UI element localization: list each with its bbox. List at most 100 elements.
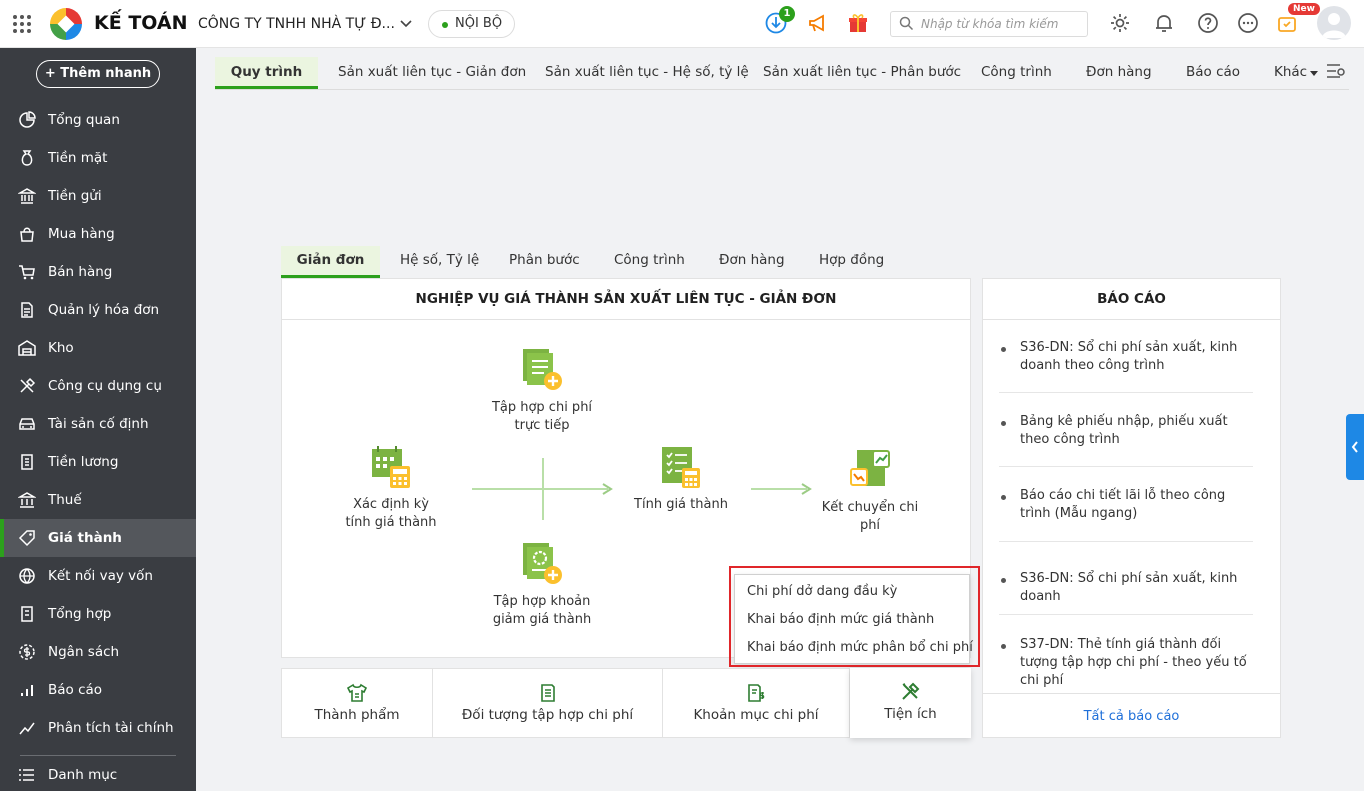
tools-icon xyxy=(20,377,36,393)
bottom-tab-utilities[interactable]: Tiện ích xyxy=(850,668,971,738)
sidebar-item-deposit[interactable]: Tiền gửi xyxy=(0,177,196,215)
subtab-contract[interactable]: Hợp đồng xyxy=(819,246,884,278)
sidebar-item-label: Giá thành xyxy=(48,530,122,546)
gear-icon[interactable] xyxy=(1109,12,1131,34)
process-title: NGHIỆP VỤ GIÁ THÀNH SẢN XUẤT LIÊN TỤC - … xyxy=(282,279,970,320)
step-label: giảm giá thành xyxy=(492,612,592,627)
sidebar-item-payroll[interactable]: Tiền lương xyxy=(0,443,196,481)
shirt-icon xyxy=(346,683,368,702)
all-reports-link[interactable]: Tất cả báo cáo xyxy=(983,693,1280,737)
avatar[interactable] xyxy=(1317,6,1351,40)
step-label: trực tiếp xyxy=(514,418,570,433)
sidebar-item-budget[interactable]: Ngân sách xyxy=(0,633,196,671)
sidebar-item-purchase[interactable]: Mua hàng xyxy=(0,215,196,253)
chevron-down-icon[interactable] xyxy=(399,16,413,30)
tab-process[interactable]: Quy trình xyxy=(215,57,318,89)
step-label: Tập hợp khoản xyxy=(493,594,591,609)
sidebar-item-catalog[interactable]: Danh mục xyxy=(0,756,196,791)
step-direct-costs[interactable]: Tập hợp chi phí trực tiếp xyxy=(482,347,602,435)
gift-icon[interactable] xyxy=(847,12,869,34)
report-link[interactable]: S36-DN: Sổ chi phí sản xuất, kinh doanh xyxy=(999,570,1253,606)
main-tabs: Quy trình Sản xuất liên tục - Giản đơn S… xyxy=(215,57,1349,90)
sidebar-item-fixed-assets[interactable]: Tài sản cố định xyxy=(0,405,196,443)
misa-logo xyxy=(50,8,82,40)
analysis-icon xyxy=(19,722,35,735)
subtab-ratio[interactable]: Hệ số, Tỷ lệ xyxy=(400,246,479,278)
sidebar: + Thêm nhanh Tổng quan Tiền mặt Tiền gửi… xyxy=(0,48,196,791)
tab-other[interactable]: Khác xyxy=(1274,57,1307,89)
search-input[interactable]: Nhập từ khóa tìm kiếm xyxy=(890,11,1088,37)
sidebar-item-label: Tổng hợp xyxy=(48,606,112,622)
sidebar-item-summary[interactable]: Tổng hợp xyxy=(0,595,196,633)
subtab-order[interactable]: Đơn hàng xyxy=(719,246,785,278)
megaphone-icon[interactable] xyxy=(807,12,829,34)
sidebar-item-label: Tiền lương xyxy=(48,454,119,470)
step-transfer-costs[interactable]: Kết chuyển chi phí xyxy=(810,447,930,535)
step-reduction[interactable]: Tập hợp khoản giảm giá thành xyxy=(482,541,602,629)
sidebar-item-label: Tài sản cố định xyxy=(48,416,149,432)
more-icon[interactable] xyxy=(1237,12,1259,34)
sidebar-item-overview[interactable]: Tổng quan xyxy=(0,101,196,139)
bottom-tab-cost-objects[interactable]: Đối tượng tập hợp chi phí xyxy=(433,669,663,737)
sidebar-item-cash[interactable]: Tiền mặt xyxy=(0,139,196,177)
tab-construction[interactable]: Công trình xyxy=(981,57,1052,89)
budget-icon xyxy=(19,644,35,660)
bottom-tab-label: Đối tượng tập hợp chi phí xyxy=(461,707,634,723)
brand-name: KẾ TOÁN xyxy=(94,12,188,34)
sidebar-item-label: Thuế xyxy=(48,492,82,508)
sidebar-item-sales[interactable]: Bán hàng xyxy=(0,253,196,291)
app-grid-icon[interactable] xyxy=(13,15,31,33)
chevron-left-icon xyxy=(1351,441,1358,453)
sidebar-item-label: Phân tích tài chính xyxy=(48,720,174,736)
document-list-icon xyxy=(540,684,555,702)
tab-continuous-simple[interactable]: Sản xuất liên tục - Giản đơn xyxy=(338,57,526,89)
tab-continuous-ratio[interactable]: Sản xuất liên tục - Hệ số, tỷ lệ xyxy=(545,57,749,89)
search-icon xyxy=(899,16,914,31)
report-link[interactable]: S37-DN: Thẻ tính giá thành đối tượng tập… xyxy=(999,636,1253,690)
list-icon xyxy=(19,769,34,781)
flow-line xyxy=(472,488,608,490)
step-define-period[interactable]: Xác định kỳ tính giá thành xyxy=(331,444,451,532)
bottom-tab-label: Thành phẩm xyxy=(314,707,400,723)
sidebar-item-loan[interactable]: Kết nối vay vốn xyxy=(0,557,196,595)
sidebar-item-cost-price[interactable]: Giá thành xyxy=(0,519,196,557)
tab-continuous-step[interactable]: Sản xuất liên tục - Phân bước xyxy=(763,57,961,89)
subtab-step[interactable]: Phân bước xyxy=(509,246,580,278)
subtab-construction[interactable]: Công trình xyxy=(614,246,685,278)
caret-down-icon[interactable] xyxy=(1309,68,1319,78)
checklist-calculator-icon xyxy=(662,447,700,488)
sidebar-item-reports[interactable]: Báo cáo xyxy=(0,671,196,709)
sidebar-item-financial-analysis[interactable]: Phân tích tài chính xyxy=(0,709,196,747)
sidebar-item-warehouse[interactable]: Kho xyxy=(0,329,196,367)
step-calculate-cost[interactable]: Tính giá thành xyxy=(621,444,741,514)
sidebar-item-tax[interactable]: Thuế xyxy=(0,481,196,519)
scope-badge[interactable]: NỘI BỘ xyxy=(428,10,516,38)
sidebar-item-tools[interactable]: Công cụ dụng cụ xyxy=(0,367,196,405)
bottom-tab-label: Khoản mục chi phí xyxy=(693,707,819,723)
report-link[interactable]: Báo cáo chi tiết lãi lỗ theo công trình … xyxy=(999,487,1253,523)
bottom-tab-finished-goods[interactable]: Thành phẩm xyxy=(282,669,433,737)
report-link[interactable]: S36-DN: Sổ chi phí sản xuất, kinh doanh … xyxy=(999,339,1253,375)
cost-document-icon xyxy=(748,684,765,702)
doc-add-icon xyxy=(523,349,562,390)
tab-settings-icon[interactable] xyxy=(1326,62,1346,80)
tab-orders[interactable]: Đơn hàng xyxy=(1086,57,1152,89)
flow-line xyxy=(542,458,544,520)
arrow-right-icon xyxy=(602,483,613,495)
transfer-chart-icon xyxy=(850,450,890,486)
download-count-badge: 1 xyxy=(779,6,795,22)
report-link[interactable]: Bảng kê phiếu nhập, phiếu xuất theo công… xyxy=(999,413,1253,449)
quick-add-button[interactable]: + Thêm nhanh xyxy=(36,60,160,88)
tools-icon xyxy=(901,682,919,700)
subtab-simple[interactable]: Giản đơn xyxy=(281,246,380,278)
bottom-tab-cost-items[interactable]: Khoản mục chi phí xyxy=(663,669,850,737)
side-panel-toggle[interactable] xyxy=(1346,414,1364,480)
step-label: Tập hợp chi phí xyxy=(491,400,593,415)
sidebar-item-invoice[interactable]: Quản lý hóa đơn xyxy=(0,291,196,329)
bell-icon[interactable] xyxy=(1153,12,1175,34)
help-icon[interactable] xyxy=(1197,12,1219,34)
whats-new-icon[interactable] xyxy=(1276,12,1298,34)
tab-reports[interactable]: Báo cáo xyxy=(1186,57,1240,89)
company-name[interactable]: CÔNG TY TNHH NHÀ TỰ Đ... xyxy=(198,16,395,32)
report-divider xyxy=(999,541,1253,542)
